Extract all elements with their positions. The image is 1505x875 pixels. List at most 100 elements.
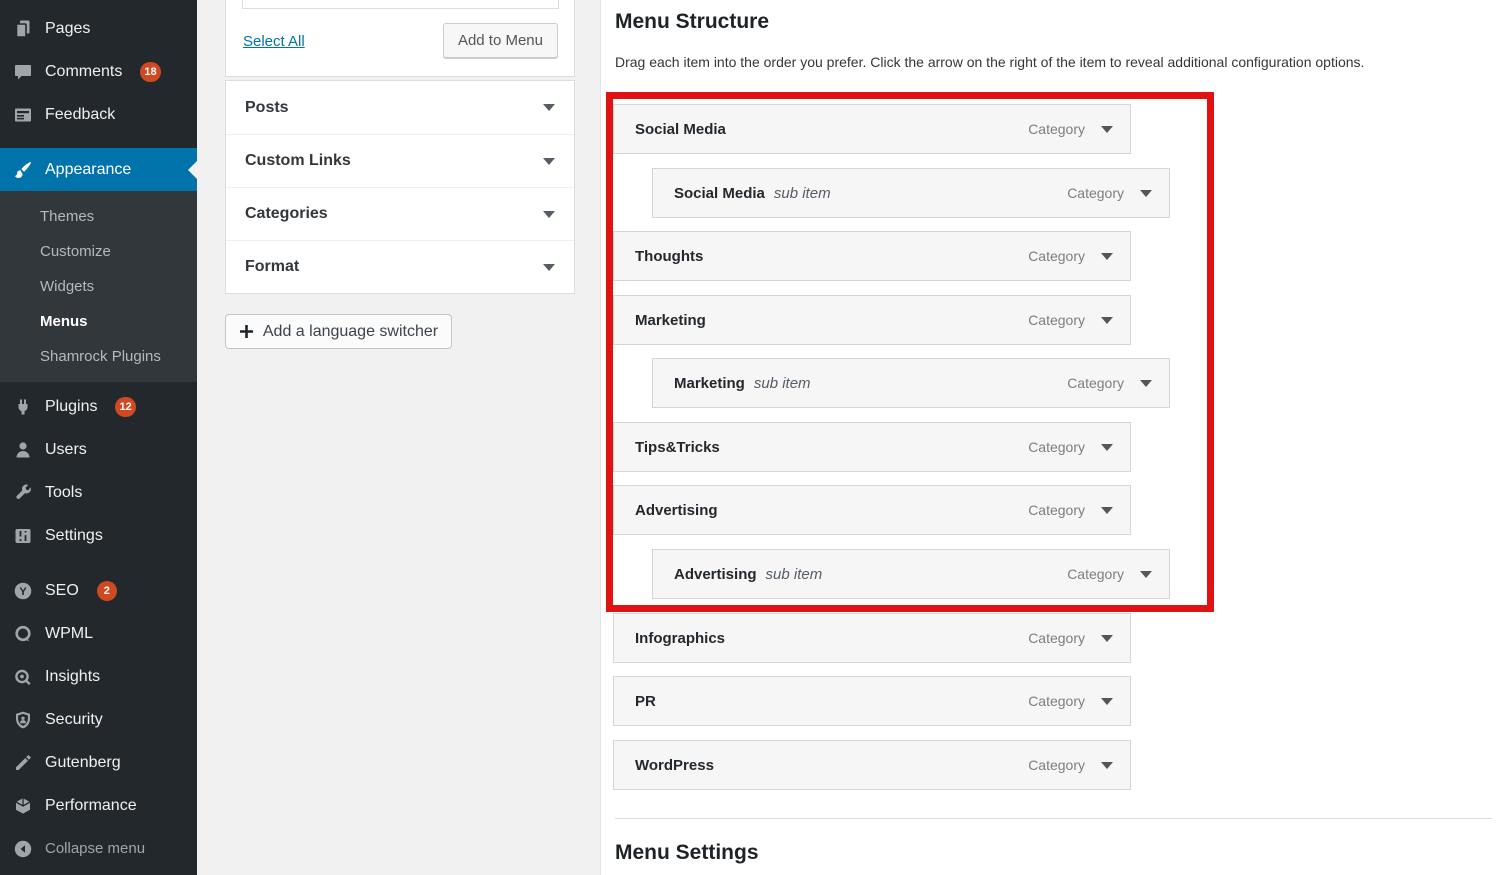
sidebar-item-label: Collapse menu: [45, 840, 145, 857]
plugins-count-badge: 12: [115, 397, 135, 417]
add-to-menu-button[interactable]: Add to Menu: [443, 23, 558, 58]
menu-item-row[interactable]: Infographics Category: [613, 613, 1131, 663]
sidebar-item-feedback[interactable]: Feedback: [0, 93, 197, 136]
menu-item-sub-label: sub item: [766, 566, 823, 583]
menu-item-sub-label: sub item: [754, 375, 811, 392]
sidebar-item-users[interactable]: Users: [0, 428, 197, 471]
menu-item-row[interactable]: Social Media sub item Category: [652, 168, 1170, 218]
sidebar-item-label: Performance: [45, 797, 137, 815]
sidebar-item-performance[interactable]: Performance: [0, 784, 197, 827]
submenu-item-customize[interactable]: Customize: [0, 234, 197, 269]
submenu-item-menus[interactable]: Menus: [0, 304, 197, 339]
sidebar-item-plugins[interactable]: Plugins 12: [0, 385, 197, 428]
accordion-section-custom-links[interactable]: Custom Links: [226, 134, 574, 187]
menu-item-row[interactable]: WordPress Category: [613, 740, 1131, 790]
sidebar-item-settings[interactable]: Settings: [0, 514, 197, 557]
sidebar-item-label: Users: [45, 441, 87, 459]
item-options-arrow-icon[interactable]: [1101, 253, 1113, 260]
comments-count-badge: 18: [140, 62, 160, 82]
chevron-down-icon: [543, 158, 555, 165]
accordion-section-format[interactable]: Format: [226, 240, 574, 293]
menu-item-type-label: Category: [1028, 630, 1085, 646]
sidebar-item-insights[interactable]: Insights: [0, 655, 197, 698]
sidebar-item-label: Tools: [45, 484, 82, 502]
sidebar-item-seo[interactable]: Y SEO 2: [0, 569, 197, 612]
add-language-switcher-button[interactable]: Add a language switcher: [225, 314, 452, 349]
sidebar-item-gutenberg[interactable]: Gutenberg: [0, 741, 197, 784]
menu-item-type-label: Category: [1028, 248, 1085, 264]
security-icon: [12, 709, 34, 731]
sidebar-item-appearance[interactable]: Appearance: [0, 148, 197, 191]
collapse-menu-button[interactable]: Collapse menu: [0, 827, 197, 870]
menu-item-row[interactable]: PR Category: [613, 676, 1131, 726]
menu-item-title: Advertising: [635, 502, 718, 519]
sidebar-item-security[interactable]: Security: [0, 698, 197, 741]
item-options-arrow-icon[interactable]: [1101, 762, 1113, 769]
menu-item-row[interactable]: Thoughts Category: [613, 231, 1131, 281]
submenu-item-shamrock-plugins[interactable]: Shamrock Plugins: [0, 339, 197, 374]
collapse-icon: [12, 838, 34, 860]
menu-item-title: PR: [635, 693, 656, 710]
admin-sidebar: Pages Comments 18 Feedback Appearance Th…: [0, 0, 197, 875]
item-options-arrow-icon[interactable]: [1101, 126, 1113, 133]
sidebar-item-wpml[interactable]: WPML: [0, 612, 197, 655]
item-options-arrow-icon[interactable]: [1101, 635, 1113, 642]
performance-icon: [12, 795, 34, 817]
admin-menu: Pages Comments 18 Feedback Appearance Th…: [0, 0, 197, 870]
insights-icon: [12, 666, 34, 688]
accordion-section-title: Custom Links: [245, 152, 351, 170]
add-language-switcher-label: Add a language switcher: [263, 323, 438, 341]
menu-item-type-label: Category: [1028, 757, 1085, 773]
accordion-section-posts[interactable]: Posts: [226, 81, 574, 134]
sidebar-item-comments[interactable]: Comments 18: [0, 50, 197, 93]
item-options-arrow-icon[interactable]: [1101, 444, 1113, 451]
menu-item-title: Marketing: [674, 375, 745, 392]
item-options-arrow-icon[interactable]: [1101, 507, 1113, 514]
comments-icon: [12, 61, 34, 83]
feedback-icon: [12, 104, 34, 126]
menu-item-title: Marketing: [635, 312, 706, 329]
sidebar-item-label: Pages: [45, 20, 90, 38]
item-options-arrow-icon[interactable]: [1140, 571, 1152, 578]
add-menu-items-column: Select All Add to Menu Posts Custom Link…: [197, 0, 600, 875]
menu-item-title: Infographics: [635, 630, 725, 647]
item-options-arrow-icon[interactable]: [1101, 317, 1113, 324]
menu-item-title: Tips&Tricks: [635, 439, 720, 456]
submenu-item-widgets[interactable]: Widgets: [0, 269, 197, 304]
svg-text:Y: Y: [19, 586, 27, 598]
menu-settings-title: Menu Settings: [615, 841, 759, 865]
sidebar-item-tools[interactable]: Tools: [0, 471, 197, 514]
appearance-icon: [12, 159, 34, 181]
accordion-section-categories[interactable]: Categories: [226, 187, 574, 240]
menu-item-row[interactable]: Tips&Tricks Category: [613, 422, 1131, 472]
chevron-down-icon: [543, 104, 555, 111]
item-options-arrow-icon[interactable]: [1140, 190, 1152, 197]
item-options-arrow-icon[interactable]: [1140, 380, 1152, 387]
gutenberg-icon: [12, 752, 34, 774]
select-all-link[interactable]: Select All: [243, 33, 305, 50]
sidebar-item-label: SEO: [45, 582, 79, 600]
sidebar-item-label: Plugins: [45, 398, 97, 416]
menu-item-row[interactable]: Social Media Category: [613, 104, 1131, 154]
accordion-section-title: Posts: [245, 99, 289, 117]
sidebar-item-label: Settings: [45, 527, 103, 545]
item-options-arrow-icon[interactable]: [1101, 698, 1113, 705]
chevron-down-icon: [543, 264, 555, 271]
menu-item-row[interactable]: Advertising sub item Category: [652, 549, 1170, 599]
menu-item-type-label: Category: [1067, 185, 1124, 201]
appearance-submenu: Themes Customize Widgets Menus Shamrock …: [0, 191, 197, 382]
accordion-section-title: Format: [245, 258, 299, 276]
submenu-item-themes[interactable]: Themes: [0, 199, 197, 234]
sidebar-item-label: Gutenberg: [45, 754, 121, 772]
menu-item-row[interactable]: Marketing Category: [613, 295, 1131, 345]
sidebar-item-pages[interactable]: Pages: [0, 7, 197, 50]
menu-item-title: Social Media: [674, 185, 765, 202]
menu-item-row[interactable]: Advertising Category: [613, 485, 1131, 535]
settings-icon: [12, 525, 34, 547]
menu-structure-panel: Menu Structure Drag each item into the o…: [600, 0, 1505, 875]
plus-icon: [239, 324, 254, 339]
categories-panel-footer: Select All Add to Menu: [225, 0, 575, 77]
menu-item-title: Advertising: [674, 566, 757, 583]
menu-item-row[interactable]: Marketing sub item Category: [652, 358, 1170, 408]
users-icon: [12, 439, 34, 461]
